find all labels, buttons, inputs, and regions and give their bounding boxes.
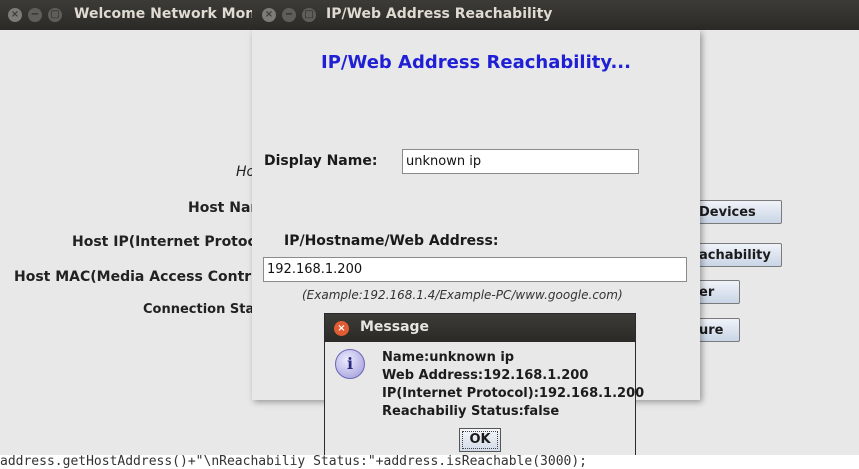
- ip-dialog-title: IP/Web Address Reachability: [326, 6, 553, 22]
- display-name-input[interactable]: [402, 149, 639, 174]
- message-line-ip: IP(Internet Protocol):192.168.1.200: [382, 386, 645, 401]
- message-title: Message: [360, 319, 430, 335]
- maximize-icon[interactable]: □: [48, 8, 62, 22]
- message-dialog: × Message i Name:unknown ip Web Address:…: [324, 313, 644, 468]
- main-window-titlebar: × − □ Welcome Network Monit: [0, 0, 267, 30]
- message-titlebar: × Message: [325, 314, 635, 342]
- minimize-icon[interactable]: −: [28, 8, 42, 22]
- address-label: IP/Hostname/Web Address:: [284, 233, 499, 249]
- maximize-icon[interactable]: □: [302, 8, 316, 22]
- example-hint: (Example:192.168.1.4/Example-PC/www.goog…: [302, 288, 623, 302]
- ok-button[interactable]: OK: [459, 428, 501, 452]
- devices-button[interactable]: Devices: [692, 200, 782, 224]
- message-line-status: Reachabiliy Status:false: [382, 404, 560, 419]
- message-line-name: Name:unknown ip: [382, 350, 515, 365]
- display-name-label: Display Name:: [264, 153, 378, 169]
- dialog-heading: IP/Web Address Reachability...: [321, 52, 631, 73]
- host-mac-label: Host MAC(Media Access Contr: [14, 269, 252, 285]
- minimize-icon[interactable]: −: [282, 8, 296, 22]
- connection-status-label: Connection Stat: [143, 302, 261, 317]
- address-input[interactable]: [263, 257, 687, 282]
- message-line-web-address: Web Address:192.168.1.200: [382, 368, 589, 383]
- close-icon[interactable]: ×: [8, 8, 22, 22]
- info-icon: i: [335, 349, 365, 379]
- ip-dialog-titlebar: × − □ IP/Web Address Reachability: [252, 0, 859, 30]
- close-icon[interactable]: ×: [334, 321, 349, 336]
- main-window-title: Welcome Network Monit: [74, 6, 267, 22]
- reachability-button[interactable]: achability: [692, 243, 782, 267]
- code-editor-line: address.getHostAddress()+"\nReachabiliy …: [0, 455, 859, 469]
- host-name-label: Host Nar: [188, 200, 258, 216]
- close-icon[interactable]: ×: [262, 8, 276, 22]
- host-ip-label: Host IP(Internet Protoc: [72, 234, 256, 250]
